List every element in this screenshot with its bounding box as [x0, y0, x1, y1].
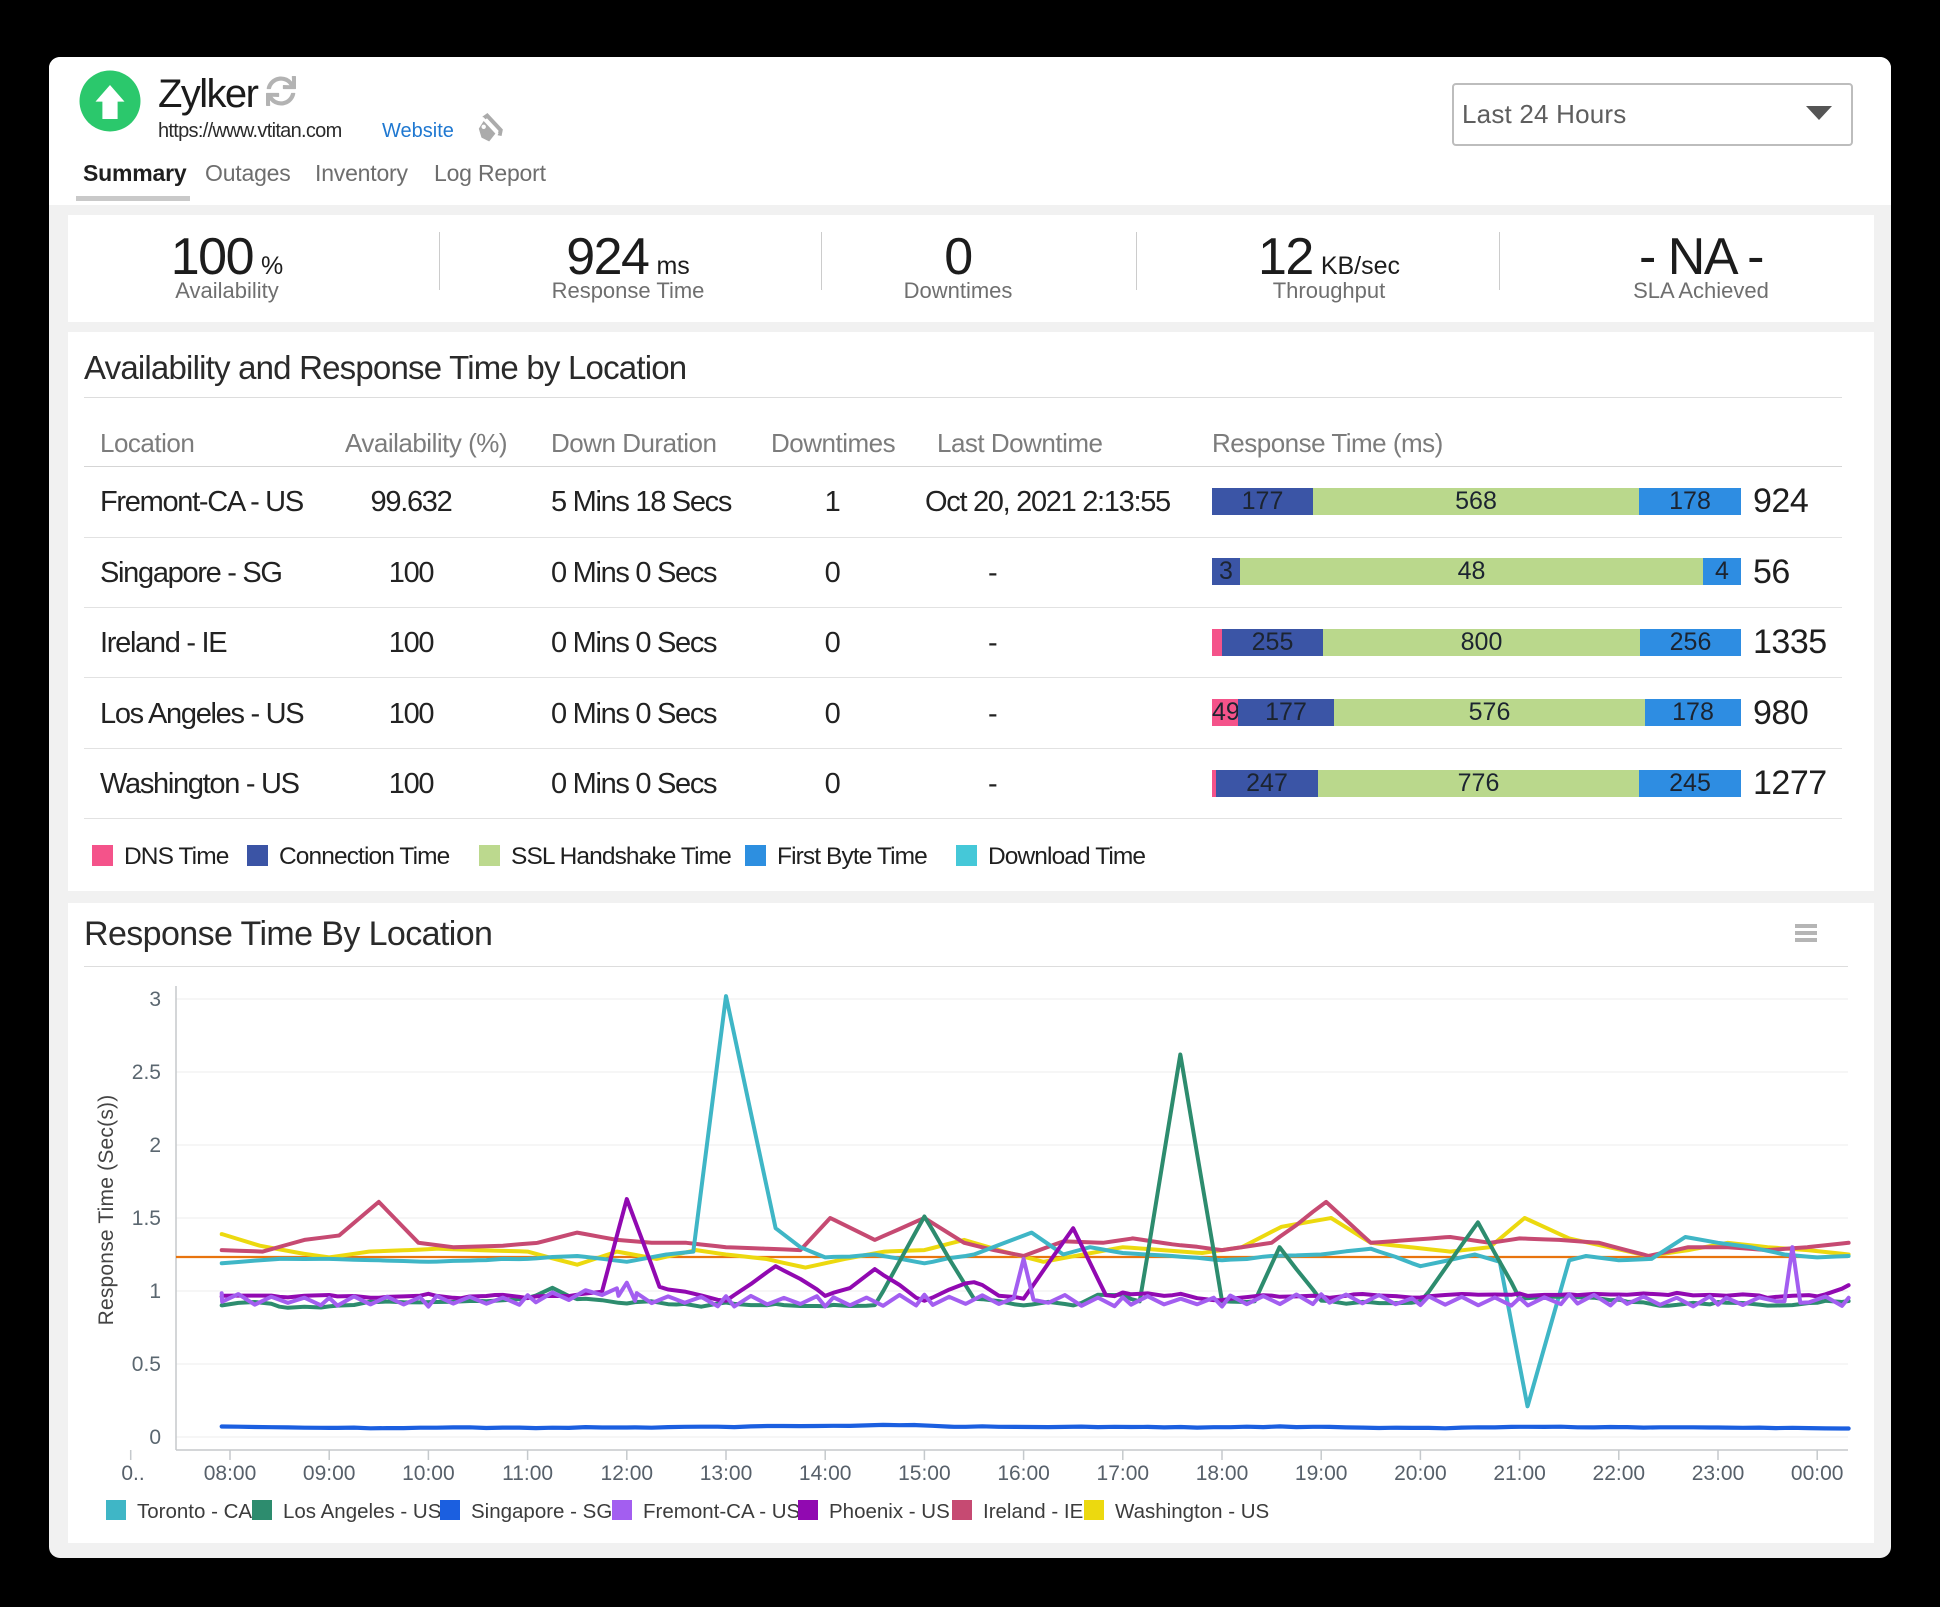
svg-text:2.5: 2.5 — [132, 1061, 161, 1084]
svg-text:0: 0 — [149, 1426, 161, 1449]
svg-text:21:00: 21:00 — [1493, 1462, 1546, 1485]
svg-text:1.5: 1.5 — [132, 1207, 161, 1230]
svg-text:0..: 0.. — [121, 1462, 144, 1485]
svg-text:0.5: 0.5 — [132, 1353, 161, 1376]
svg-text:12:00: 12:00 — [601, 1462, 654, 1485]
svg-text:17:00: 17:00 — [1097, 1462, 1150, 1485]
svg-text:1: 1 — [149, 1280, 161, 1303]
svg-text:20:00: 20:00 — [1394, 1462, 1447, 1485]
svg-text:16:00: 16:00 — [997, 1462, 1050, 1485]
svg-text:15:00: 15:00 — [898, 1462, 951, 1485]
svg-text:14:00: 14:00 — [799, 1462, 852, 1485]
svg-text:2: 2 — [149, 1134, 161, 1157]
svg-text:13:00: 13:00 — [700, 1462, 753, 1485]
svg-text:Response Time (Sec(s)): Response Time (Sec(s)) — [95, 1095, 118, 1326]
svg-text:08:00: 08:00 — [204, 1462, 257, 1485]
svg-text:09:00: 09:00 — [303, 1462, 356, 1485]
svg-text:19:00: 19:00 — [1295, 1462, 1348, 1485]
svg-text:11:00: 11:00 — [502, 1462, 553, 1485]
svg-text:00:00: 00:00 — [1791, 1462, 1844, 1485]
svg-text:3: 3 — [149, 988, 161, 1011]
svg-text:18:00: 18:00 — [1196, 1462, 1249, 1485]
svg-text:22:00: 22:00 — [1593, 1462, 1646, 1485]
svg-text:23:00: 23:00 — [1692, 1462, 1745, 1485]
svg-text:10:00: 10:00 — [402, 1462, 455, 1485]
